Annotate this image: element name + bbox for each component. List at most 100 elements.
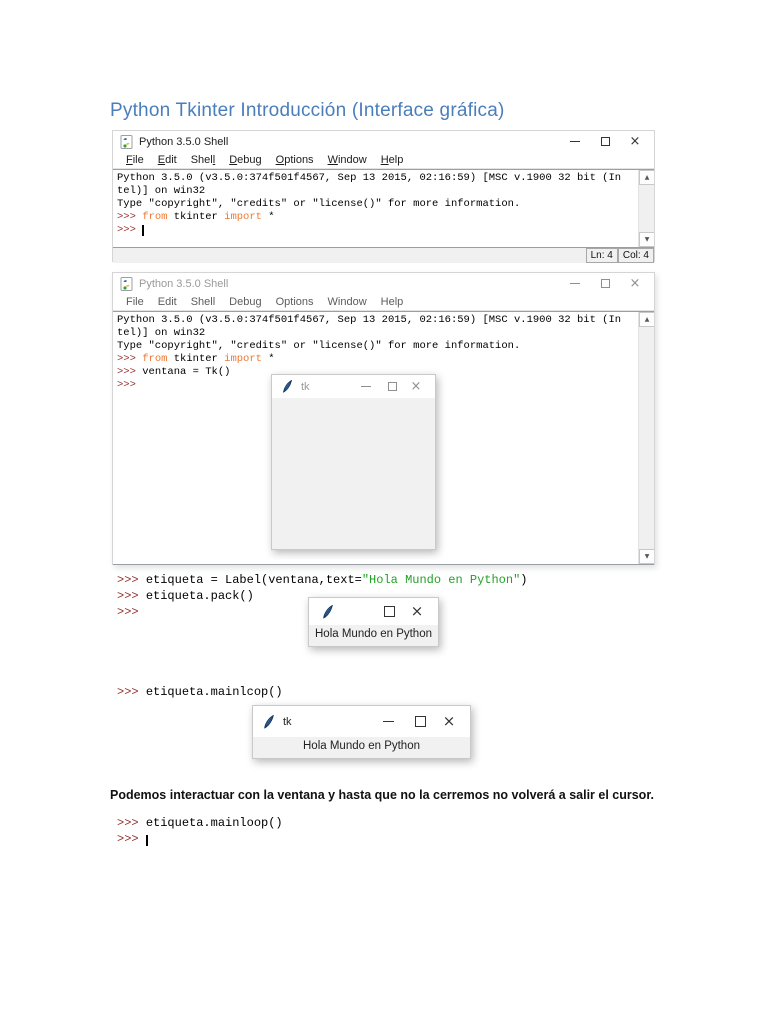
code-token: >>> [117,211,142,223]
tk-small-titlebar[interactable]: × [309,598,438,625]
tk-feather-icon [263,715,275,729]
close-button[interactable]: × [436,714,462,729]
doc-paragraph: Podemos interactuar con la ventana y has… [110,788,680,802]
menu-shell[interactable]: Shell [184,154,222,166]
shell1-menubar: FileEditShellDebugOptionsWindowHelp [113,152,654,169]
code-line: tel)] on win32 [117,327,634,340]
code-token: ) [520,573,527,587]
menu-help[interactable]: Help [374,296,411,308]
minimize-icon [361,386,371,387]
shell1-text-area[interactable]: Python 3.5.0 (v3.5.0:374f501f4567, Sep 1… [113,169,654,248]
shell1-scrollbar[interactable]: ▲ ▼ [638,170,654,247]
code-line: >>> etiqueta.mainlcop() [117,684,283,700]
tk-window-empty: tk × [271,374,436,550]
tk-wide-body: Hola Mundo en Python [253,737,470,758]
code-line: >>> [117,831,283,847]
tk-empty-titlebar[interactable]: tk × [272,375,435,398]
scroll-down-button[interactable]: ▼ [639,549,654,564]
menu-help[interactable]: Help [374,154,411,166]
close-button[interactable]: × [620,273,650,294]
code-token: >>> [117,353,142,365]
code-line: Type "copyright", "credits" or "license(… [117,198,634,211]
code-line: >>> etiqueta.mainloop() [117,815,283,831]
tk-window-wide: tk × Hola Mundo en Python [252,705,471,759]
code-token: "Hola Mundo en Python" [362,573,520,587]
maximize-button[interactable] [404,716,436,727]
tk-feather-icon [322,605,334,619]
maximize-button[interactable] [374,606,404,617]
shell1-output: Python 3.5.0 (v3.5.0:374f501f4567, Sep 1… [113,170,654,239]
maximize-icon [415,716,426,727]
shell2-scrollbar[interactable]: ▲ ▼ [638,312,654,564]
code-token: import [224,211,262,223]
tk-label: Hola Mundo en Python [315,628,432,640]
menu-shell[interactable]: Shell [184,296,222,308]
tk-small-body: Hola Mundo en Python [309,625,438,646]
menu-file[interactable]: File [119,154,151,166]
scroll-down-button[interactable]: ▼ [639,232,654,247]
code-line: >>> etiqueta = Label(ventana,text="Hola … [117,572,528,588]
minimize-button[interactable] [372,721,404,722]
scroll-up-icon: ▲ [645,174,650,181]
minimize-icon [570,283,580,284]
idle-icon [120,277,134,291]
menu-options[interactable]: Options [269,296,321,308]
minimize-button[interactable] [560,273,590,294]
maximize-button[interactable] [590,273,620,294]
shell2-text-area[interactable]: Python 3.5.0 (v3.5.0:374f501f4567, Sep 1… [113,311,654,565]
text-cursor [142,225,144,236]
maximize-button[interactable] [590,131,620,152]
shell2-menubar: FileEditShellDebugOptionsWindowHelp [113,294,654,311]
minimize-button[interactable] [560,131,590,152]
close-icon: × [630,277,641,290]
code-token: etiqueta.mainloop() [146,816,283,830]
code-token: >>> [117,685,146,699]
scroll-up-icon: ▲ [645,316,650,323]
idle-icon [120,135,134,149]
window-title: Python 3.5.0 Shell [139,278,228,290]
code-line: Python 3.5.0 (v3.5.0:374f501f4567, Sep 1… [117,172,634,185]
code-token: >>> [117,379,136,391]
page-title: Python Tkinter Introducción (Interface g… [110,100,505,122]
scroll-up-button[interactable]: ▲ [639,312,654,327]
code-token: >>> [117,224,142,236]
minimize-button[interactable] [353,386,379,387]
menu-edit[interactable]: Edit [151,154,184,166]
close-button[interactable]: × [404,604,430,619]
maximize-icon [384,606,395,617]
code-line: >>> from tkinter import * [117,211,634,224]
code-token: >>> [117,832,146,846]
code-token: tkinter [167,211,224,223]
menu-file[interactable]: File [119,296,151,308]
shell1-titlebar[interactable]: Python 3.5.0 Shell × [113,131,654,152]
tk-label: Hola Mundo en Python [303,740,420,752]
scroll-down-icon: ▼ [645,236,650,243]
minimize-icon [570,141,580,142]
menu-edit[interactable]: Edit [151,296,184,308]
tk-window-title: tk [283,716,292,728]
code-line: tel)] on win32 [117,185,634,198]
menu-debug[interactable]: Debug [222,296,268,308]
code-token: >>> [117,605,139,619]
shell2-titlebar[interactable]: Python 3.5.0 Shell × [113,273,654,294]
status-line: Ln: 4 [586,248,618,263]
maximize-icon [601,137,610,146]
scroll-up-button[interactable]: ▲ [639,170,654,185]
code-line: >>> from tkinter import * [117,353,634,366]
menu-debug[interactable]: Debug [222,154,268,166]
maximize-button[interactable] [379,382,405,391]
scroll-down-icon: ▼ [645,553,650,560]
close-icon: × [411,380,422,393]
tk-empty-body [272,398,435,550]
menu-window[interactable]: Window [321,296,374,308]
code-token: Python 3.5.0 (v3.5.0:374f501f4567, Sep 1… [117,314,621,326]
code-token: >>> [117,816,146,830]
code-line: Type "copyright", "credits" or "license(… [117,340,634,353]
close-button[interactable]: × [620,131,650,152]
maximize-icon [601,279,610,288]
menu-window[interactable]: Window [321,154,374,166]
menu-options[interactable]: Options [269,154,321,166]
tk-wide-titlebar[interactable]: tk × [253,706,470,737]
code-token: tel)] on win32 [117,327,205,339]
close-button[interactable]: × [405,380,427,393]
